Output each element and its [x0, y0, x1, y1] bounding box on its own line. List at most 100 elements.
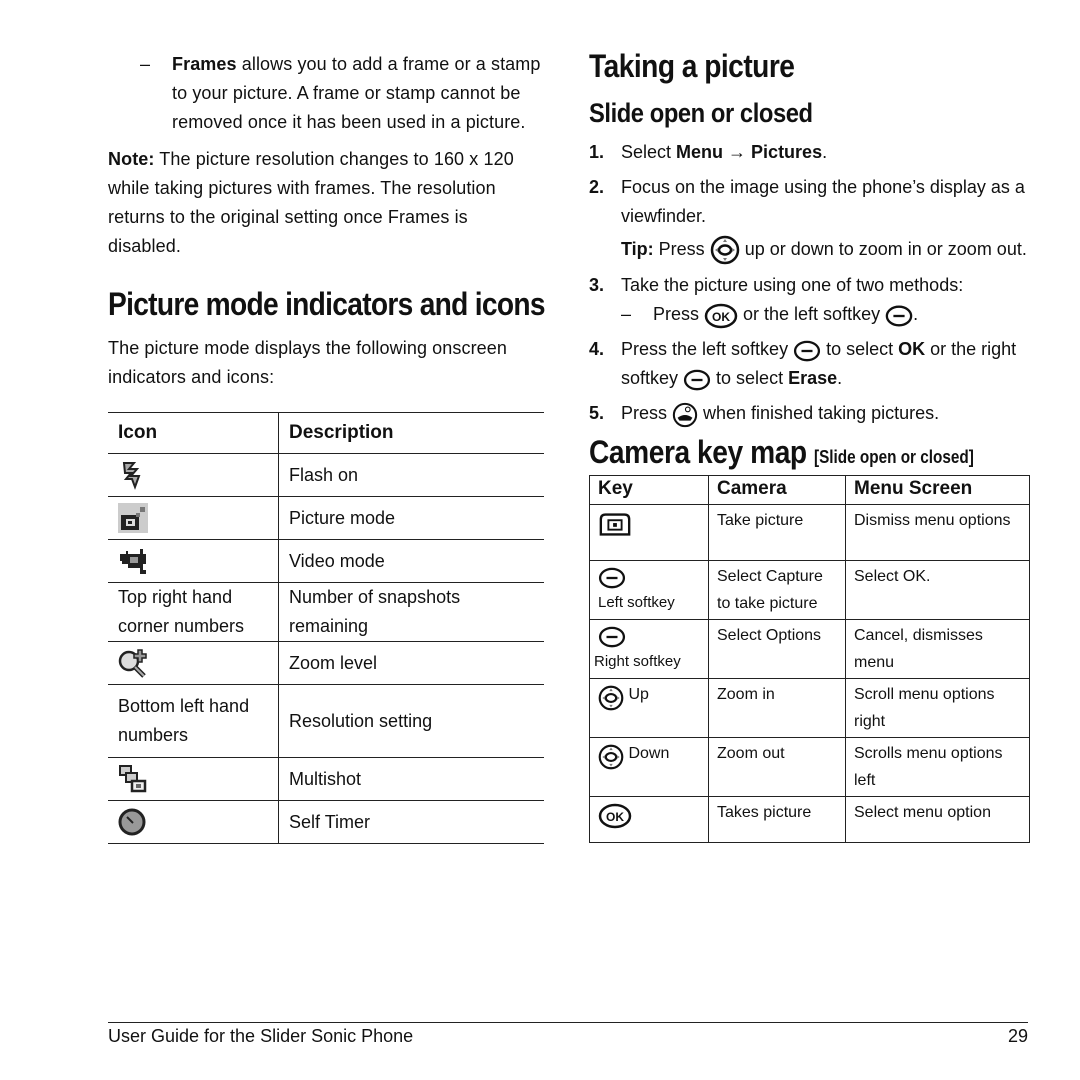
- description: Video mode: [278, 539, 544, 583]
- tip: Tip: Press up or down to zoom in or zoom…: [621, 235, 1029, 265]
- table-row: Flash on: [108, 453, 544, 497]
- arrow: →: [723, 142, 752, 162]
- description: Multishot: [278, 757, 544, 801]
- icon-table-header: Icon Description: [108, 412, 544, 454]
- pictures-label: Pictures: [751, 142, 823, 162]
- table-row: Bottom left hand numbers Resolution sett…: [108, 684, 544, 758]
- step-mid: to select: [711, 368, 789, 389]
- page-title: Taking a picture: [589, 48, 795, 84]
- step-text: Select Menu → Pictures.: [621, 138, 827, 167]
- sub-post: .: [913, 304, 919, 325]
- description: Number of snapshots remaining: [278, 582, 544, 642]
- multishot-icon: [119, 765, 147, 793]
- table-row: Takes picture Select menu option: [589, 796, 1030, 844]
- icon-table: Icon Description Flash on Picture mode V…: [108, 412, 544, 844]
- menu-action: Scroll menu options right: [845, 678, 1030, 739]
- left-softkey-icon: [793, 340, 821, 362]
- page-number: 29: [1007, 1026, 1028, 1046]
- ok-key-icon: [704, 303, 738, 329]
- step-text: Press the left softkey to select OK or t…: [621, 335, 1029, 393]
- camera-key-icon: [598, 511, 632, 537]
- self-timer-icon: [118, 808, 146, 836]
- step-pre: Press the left softkey: [621, 339, 794, 360]
- steps-list: 1. Select Menu → Pictures. 2. Focus on t…: [589, 138, 1029, 428]
- menu-action: Scrolls menu options left: [845, 737, 1030, 798]
- step-text-pre: Select: [621, 142, 677, 162]
- description: Zoom level: [278, 641, 544, 685]
- key-table: Key Camera Menu Screen Take picture Dism…: [589, 475, 1030, 844]
- table-row: Video mode: [108, 539, 544, 583]
- sub-bullet-text: Press or the left softkey .: [653, 300, 918, 329]
- table-row: Zoom level: [108, 641, 544, 685]
- right-softkey-icon: [683, 369, 711, 391]
- step-body: Focus on the image using the phone’s dis…: [621, 173, 1029, 265]
- nav-key-icon: [598, 744, 624, 770]
- tip-label: Tip:: [621, 239, 654, 259]
- header-camera: Camera: [708, 475, 846, 506]
- video-mode-icon: [120, 549, 146, 575]
- ok-label: OK: [898, 339, 926, 360]
- table-row: Multishot: [108, 757, 544, 801]
- keymap-subtitle: [Slide open or closed]: [814, 447, 975, 468]
- indicator-label: Top right hand corner numbers: [108, 582, 279, 642]
- bullet-dash: –: [621, 304, 632, 325]
- ok-key-icon: [598, 803, 632, 829]
- sub-mid: or the left softkey: [738, 304, 886, 325]
- description: Flash on: [278, 453, 544, 497]
- step-2: 2. Focus on the image using the phone’s …: [589, 173, 1029, 265]
- sub-bullet: – Press or the left softkey .: [621, 300, 963, 329]
- key-label: Right softkey: [594, 653, 681, 671]
- step-text: Take the picture using one of two method…: [621, 275, 964, 296]
- keymap-heading: Camera key map [Slide open or closed]: [589, 434, 1029, 471]
- step-mid: to select: [821, 339, 899, 360]
- step-number: 1.: [589, 142, 605, 162]
- description: Picture mode: [278, 496, 544, 540]
- header-menu-screen: Menu Screen: [845, 475, 1030, 506]
- step-text: Press when finished taking pictures.: [621, 399, 939, 428]
- menu-action: Select menu option: [845, 796, 1030, 844]
- step-text: Focus on the image using the phone’s dis…: [621, 177, 1025, 226]
- left-softkey-icon: [598, 567, 626, 589]
- step-3: 3. Take the picture using one of two met…: [589, 271, 1029, 329]
- table-row: Self Timer: [108, 800, 544, 844]
- step-number: 4.: [589, 339, 605, 360]
- footer-title: User Guide for the Slider Sonic Phone: [108, 1026, 414, 1046]
- camera-action: Takes picture: [708, 796, 846, 844]
- erase-label: Erase: [788, 368, 838, 389]
- table-row: Down Zoom out Scrolls menu options left: [589, 737, 1030, 798]
- right-softkey-icon: [598, 626, 626, 648]
- right-column: Taking a picture Slide open or closed 1.…: [589, 46, 1030, 844]
- nav-key-icon: [710, 235, 740, 265]
- tip-pre: Press: [653, 239, 710, 259]
- key-table-header: Key Camera Menu Screen: [589, 475, 1030, 506]
- end-key-icon: [672, 402, 698, 428]
- menu-action: Cancel, dismisses menu: [845, 619, 1030, 680]
- step-post: .: [837, 368, 843, 389]
- subtitle: Slide open or closed: [589, 98, 813, 128]
- menu-label: Menu: [676, 142, 724, 162]
- frames-text: Frames allows you to add a frame or a st…: [172, 50, 544, 137]
- key-label: Down: [628, 745, 670, 763]
- step-5: 5. Press when finished taking pictures.: [589, 399, 1029, 428]
- left-softkey-icon: [885, 304, 913, 328]
- key-label: Left softkey: [598, 594, 675, 612]
- zoom-level-icon: [118, 649, 147, 678]
- frames-bullet: – Frames allows you to add a frame or a …: [140, 50, 544, 137]
- camera-action: Select Capture to take picture: [708, 560, 846, 621]
- step-number: 5.: [589, 403, 605, 424]
- table-row: Right softkey Select Options Cancel, dis…: [589, 619, 1030, 680]
- camera-action: Select Options: [708, 619, 846, 680]
- table-row: Up Zoom in Scroll menu options right: [589, 678, 1030, 739]
- table-row: Picture mode: [108, 496, 544, 540]
- menu-action: Select OK.: [845, 560, 1030, 621]
- key-label: Up: [628, 686, 649, 704]
- step-1: 1. Select Menu → Pictures.: [589, 138, 1029, 167]
- menu-action: Dismiss menu options: [845, 504, 1030, 562]
- frames-term: Frames: [172, 54, 237, 74]
- bullet-dash: –: [140, 54, 151, 74]
- camera-action: Zoom out: [708, 737, 846, 798]
- picture-mode-icon: [118, 503, 148, 534]
- header-description: Description: [278, 412, 544, 454]
- flash-icon: [122, 462, 141, 491]
- description: Resolution setting: [278, 684, 544, 758]
